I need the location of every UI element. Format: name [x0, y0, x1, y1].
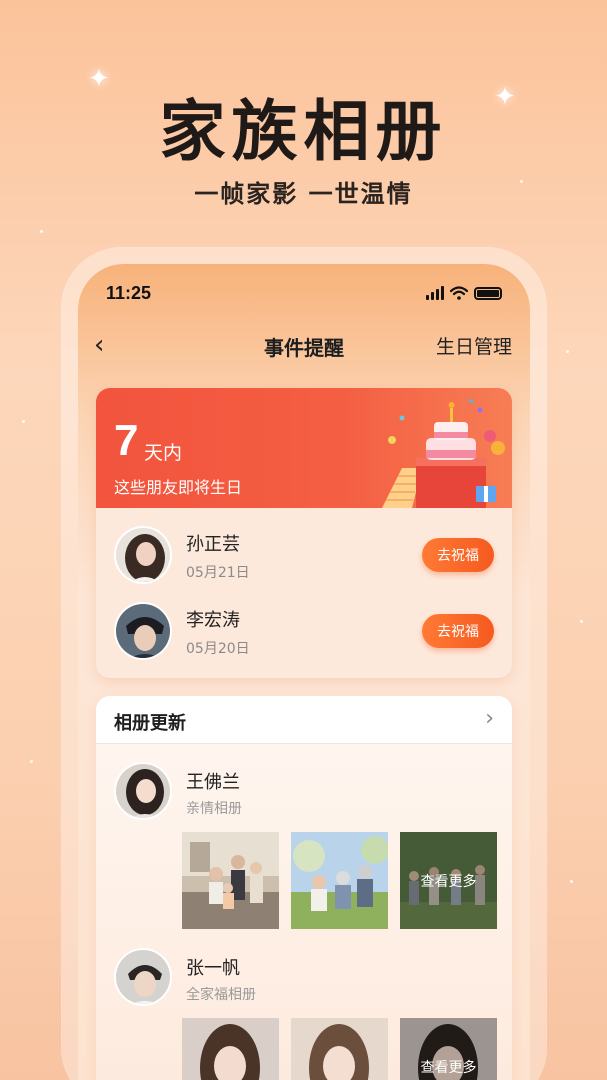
album-photo[interactable]	[291, 832, 388, 929]
send-wishes-button[interactable]: 去祝福	[422, 538, 494, 572]
friend-birthday-date: 05月20日	[186, 641, 250, 657]
post-album-name: 全家福相册	[186, 987, 256, 1003]
album-updates-title: 相册更新	[114, 713, 186, 734]
birthday-banner: 7 天内 这些朋友即将生日	[96, 388, 512, 508]
friend-name: 李宏涛	[186, 610, 240, 631]
sparkle	[570, 880, 573, 883]
album-updates-header[interactable]: 相册更新 ›	[96, 696, 512, 744]
avatar	[114, 526, 172, 584]
wifi-icon	[450, 286, 468, 300]
album-photo[interactable]	[182, 832, 279, 929]
album-photo[interactable]	[182, 1018, 279, 1080]
friend-row[interactable]: 孙正芸 05月21日 去祝福	[96, 520, 512, 592]
view-more-overlay[interactable]: 查看更多	[400, 832, 497, 929]
post-author-name: 张一帆	[186, 958, 240, 979]
album-photo-more[interactable]: 查看更多	[400, 832, 497, 929]
avatar[interactable]	[114, 762, 172, 820]
send-wishes-button[interactable]: 去祝福	[422, 614, 494, 648]
battery-icon	[474, 286, 502, 300]
status-bar: 11:25	[106, 282, 502, 304]
signal-icon	[426, 286, 444, 300]
chevron-right-icon[interactable]: ›	[485, 706, 494, 731]
hero-title: 家族相册	[159, 93, 448, 170]
album-photo[interactable]	[291, 1018, 388, 1080]
friend-row[interactable]: 李宏涛 05月20日 去祝福	[96, 596, 512, 668]
sparkle	[580, 620, 583, 623]
birthday-count-unit: 天内	[144, 442, 183, 464]
album-updates-card: 相册更新 › 王佛兰 亲情相册 查看更多 张一帆 全家福相册 查看更多	[96, 696, 512, 1080]
birthday-manage-link[interactable]: 生日管理	[436, 332, 512, 359]
sparkle	[566, 350, 569, 353]
sparkle	[30, 760, 33, 763]
birthday-description: 这些朋友即将生日	[114, 478, 243, 497]
navbar: ‹ 事件提醒 生日管理	[78, 328, 530, 368]
view-more-overlay[interactable]: 查看更多	[400, 1018, 497, 1080]
birthday-count: 7	[114, 416, 139, 465]
sparkle	[22, 420, 25, 423]
hero-subtitle: 一帧家影 一世温情	[194, 180, 413, 208]
status-icons	[426, 286, 502, 300]
friend-birthday-date: 05月21日	[186, 565, 250, 581]
friend-name: 孙正芸	[186, 534, 240, 555]
post-author-name: 王佛兰	[186, 772, 240, 793]
avatar[interactable]	[114, 948, 172, 1006]
sparkle	[40, 230, 43, 233]
avatar	[114, 602, 172, 660]
phone-screen: 11:25 ‹ 事件提醒 生日管理 7 天内 这些朋友即将生日 孙正芸 05月2…	[78, 264, 530, 1080]
album-photo-more[interactable]: 查看更多	[400, 1018, 497, 1080]
status-time: 11:25	[106, 282, 152, 303]
birthday-cake-illustration	[382, 398, 505, 508]
post-album-name: 亲情相册	[186, 801, 242, 817]
birthday-card: 7 天内 这些朋友即将生日 孙正芸 05月21日 去祝福 李宏涛 05月20日 …	[96, 388, 512, 678]
